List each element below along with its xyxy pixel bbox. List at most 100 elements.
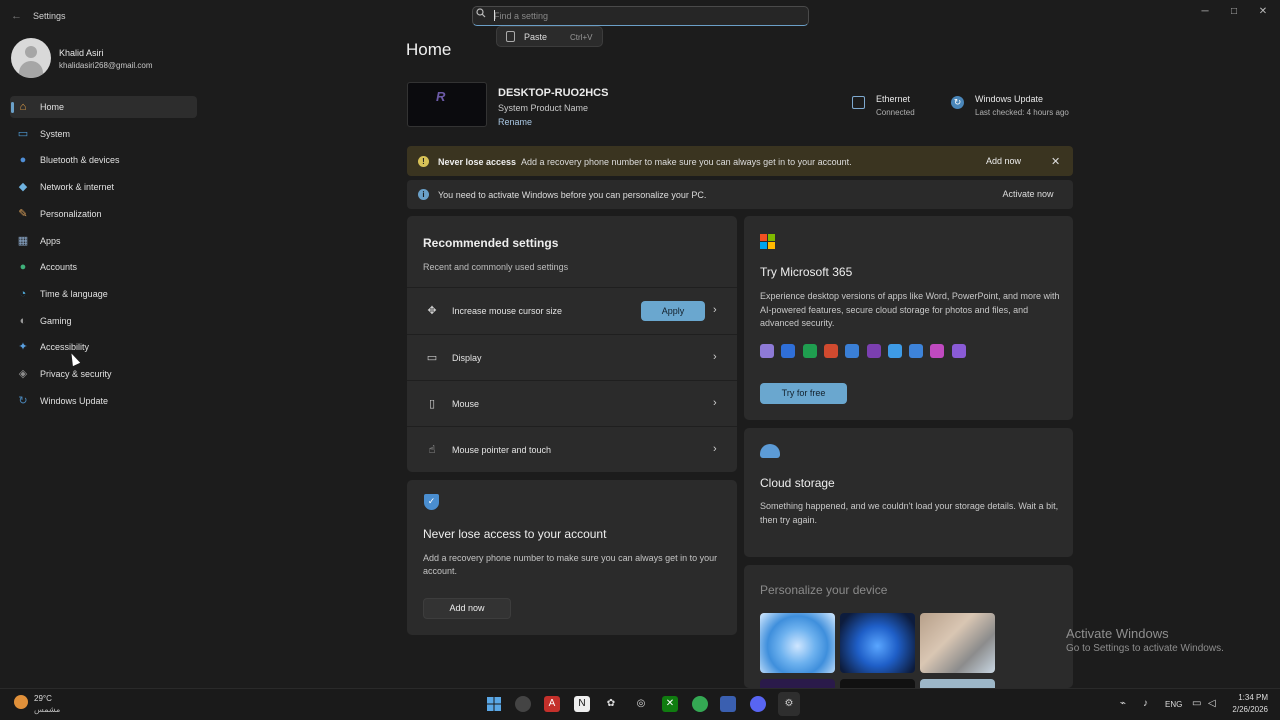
sun-icon[interactable] [14,695,28,709]
steam-icon[interactable]: ◎ [633,696,649,712]
sidebar-item-personalization[interactable]: ✎ Personalization [10,203,197,225]
copilot-icon[interactable] [515,696,531,712]
maximize-button[interactable]: □ [1227,6,1241,20]
activate-now-button[interactable]: Activate now [993,184,1063,204]
sidebar-item-windows-update[interactable]: ↻ Windows Update [10,390,197,412]
office-app-icon [951,344,966,358]
chrome-icon[interactable] [692,696,708,712]
setting-icon: ☝ [428,444,436,456]
sidebar-item-label: Home [40,102,65,112]
sidebar-icon: ◈ [18,368,28,380]
microphone-icon[interactable]: ♪ [1143,698,1148,709]
activation-watermark-text: Go to Settings to activate Windows. [1066,643,1224,654]
avatar[interactable] [11,38,51,78]
sidebar-item-label: Personalization [40,208,102,219]
chevron-right-icon: › [713,443,717,455]
volume-icon[interactable]: ◁ [1208,698,1216,709]
sidebar-item-accessibility[interactable]: ✦ Accessibility [10,336,197,358]
settings-gear-icon[interactable]: ⚙ [781,696,797,712]
clipboard-icon [506,31,515,42]
windows-update-title[interactable]: Windows Update [975,94,1043,104]
xbox-icon[interactable]: ✕ [662,696,678,712]
start-icon[interactable] [486,696,502,712]
sidebar-item-apps[interactable]: ▦ Apps [10,230,197,252]
sidebar-item-bluetooth-devices[interactable]: ● Bluetooth & devices [10,149,197,171]
language-indicator[interactable]: ENG [1165,700,1182,709]
device-product: System Product Name [498,103,589,113]
sidebar-item-label: Gaming [40,315,72,326]
chevron-right-icon: › [713,304,717,316]
sidebar-item-label: Accessibility [40,342,90,353]
microsoft-logo-icon [760,234,775,249]
office-app-icon [887,344,902,358]
sidebar-item-privacy-security[interactable]: ◈ Privacy & security [10,363,197,385]
office-app-icon [845,344,860,358]
activation-watermark-title: Activate Windows [1066,626,1169,641]
sidebar-item-accounts[interactable]: ● Accounts [10,256,197,278]
paste-menu-item[interactable]: Paste [524,32,547,42]
card-title: Never lose access to your account [423,527,607,541]
paste-shortcut: Ctrl+V [570,33,593,42]
sidebar-item-label: Apps [40,235,61,246]
text-caret [494,10,495,21]
theme-thumbnail[interactable] [920,613,995,673]
acrobat-icon[interactable]: A [544,696,560,712]
close-button[interactable]: ✕ [1256,6,1270,20]
ethernet-status: Connected [876,108,915,117]
active-indicator [11,102,14,113]
display-icon[interactable]: ▭ [1192,698,1201,709]
sidebar-icon: ↻ [18,394,28,407]
sidebar-item-network-internet[interactable]: ◆ Network & internet [10,176,197,198]
sidebar-item-system[interactable]: ▭ System [10,123,197,145]
apply-button[interactable]: Apply [641,301,705,321]
recommended-row[interactable]: ☝ Mouse pointer and touch › [407,426,737,472]
clock-time[interactable]: 1:34 PM [1230,693,1268,702]
sidebar-icon: ◐ [19,314,27,327]
sidebar-icon: ◔ [19,287,27,300]
discord-icon[interactable] [750,696,766,712]
card-text: Something happened, and we couldn't load… [760,501,1059,525]
sidebar-icon: ⌂ [19,101,27,113]
minimize-button[interactable]: ─ [1198,6,1212,20]
info-icon: i [418,189,429,200]
page-title: Home [406,40,452,59]
app-icon[interactable] [720,696,736,712]
device-name: DESKTOP-RUO2HCS [498,87,609,99]
sidebar-icon: ✦ [18,341,28,354]
sidebar-item-label: Windows Update [40,395,109,406]
add-now-button[interactable]: Add now [975,151,1032,171]
back-arrow-icon[interactable]: ← [11,10,22,22]
recommended-row[interactable]: ✥ Increase mouse cursor size Apply › [407,287,737,333]
sidebar-item-home[interactable]: ⌂ Home [10,96,197,118]
sidebar-icon: ● [19,154,27,167]
theme-thumbnail[interactable] [840,613,915,673]
gear-app-icon[interactable]: ✿ [603,696,619,712]
ethernet-title[interactable]: Ethernet [876,94,910,104]
clock-date[interactable]: 2/26/2026 [1222,705,1268,714]
recommended-row[interactable]: ▯ Mouse › [407,380,737,426]
add-now-button[interactable]: Add now [423,598,511,619]
weather-condition[interactable]: مشمس [34,705,60,714]
recommended-row[interactable]: ▭ Display › [407,334,737,380]
sidebar-item-time-language[interactable]: ◔ Time & language [10,283,197,305]
weather-temperature[interactable]: 29°C [34,694,52,703]
theme-thumbnail[interactable] [760,613,835,673]
sidebar-icon: ▦ [17,234,29,247]
sidebar-icon: ▭ [17,127,29,140]
windows-update-icon: ↻ [951,96,964,109]
search-input[interactable] [494,9,794,23]
user-email: khalidasiri268@gmail.com [59,61,153,70]
ethernet-icon [852,96,865,109]
setting-label: Mouse pointer and touch [452,445,552,455]
notion-icon[interactable]: N [574,696,590,712]
office-app-icon [802,344,817,358]
warning-icon: ! [418,156,429,167]
network-icon[interactable]: ⌁ [1120,698,1126,709]
close-icon[interactable]: ✕ [1051,155,1060,168]
sidebar-item-label: Privacy & security [40,369,112,379]
try-for-free-button[interactable]: Try for free [760,383,847,404]
app-title: Settings [33,11,66,21]
rename-link[interactable]: Rename [498,117,532,127]
banner-text: Add a recovery phone number to make sure… [521,157,852,167]
sidebar-item-gaming[interactable]: ◐ Gaming [10,310,197,332]
